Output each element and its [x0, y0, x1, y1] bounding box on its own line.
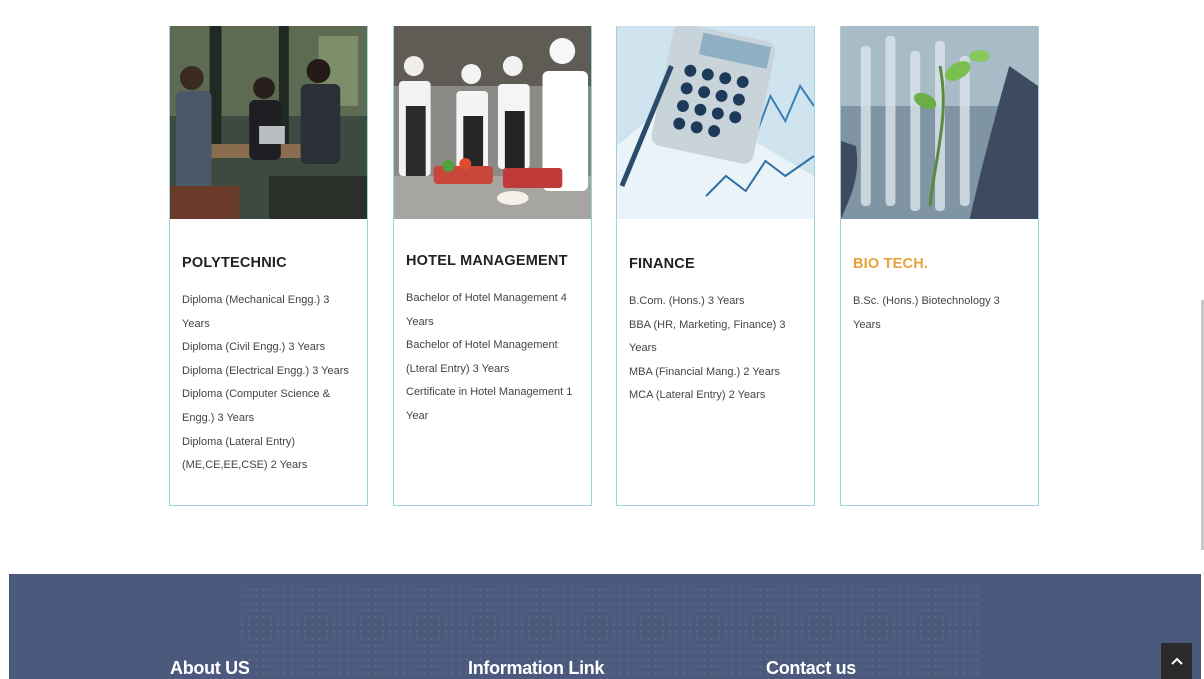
- course-image-hotel-management[interactable]: [394, 26, 591, 219]
- course-title: BIO TECH.: [853, 256, 929, 272]
- course-list: B.Com. (Hons.) 3 Years BBA (HR, Marketin…: [629, 290, 802, 408]
- footer-heading-about: About US: [170, 658, 250, 678]
- course-item[interactable]: BBA (HR, Marketing, Finance) 3 Years: [629, 314, 802, 361]
- course-item[interactable]: Diploma (Computer Science & Engg.) 3 Yea…: [182, 383, 355, 430]
- course-card-hotel-management[interactable]: HOTEL MANAGEMENT Bachelor of Hotel Manag…: [393, 26, 592, 506]
- footer-heading-info: Information Link: [468, 658, 605, 678]
- course-title: HOTEL MANAGEMENT: [406, 253, 568, 269]
- site-footer: About US Information Link Contact us: [9, 574, 1201, 679]
- course-item[interactable]: MBA (Financial Mang.) 2 Years: [629, 361, 802, 385]
- course-image-bio-tech[interactable]: [841, 26, 1038, 219]
- course-item[interactable]: B.Com. (Hons.) 3 Years: [629, 290, 802, 314]
- course-card-polytechnic[interactable]: POLYTECHNIC Diploma (Mechanical Engg.) 3…: [169, 26, 368, 506]
- course-card-bio-tech[interactable]: BIO TECH. B.Sc. (Hons.) Biotechnology 3 …: [840, 26, 1039, 506]
- course-item[interactable]: Diploma (Lateral Entry) (ME,CE,EE,CSE) 2…: [182, 431, 355, 478]
- course-item[interactable]: Diploma (Civil Engg.) 3 Years: [182, 336, 355, 360]
- course-list: Diploma (Mechanical Engg.) 3 Years Diplo…: [182, 289, 355, 478]
- course-title: POLYTECHNIC: [182, 255, 287, 271]
- course-item[interactable]: MCA (Lateral Entry) 2 Years: [629, 384, 802, 408]
- course-image-finance[interactable]: [617, 26, 814, 219]
- course-item[interactable]: B.Sc. (Hons.) Biotechnology 3 Years: [853, 290, 1026, 337]
- course-item[interactable]: Certificate in Hotel Management 1 Year: [406, 381, 579, 428]
- course-item[interactable]: Bachelor of Hotel Management (Lteral Ent…: [406, 334, 579, 381]
- world-map-pattern: [239, 586, 979, 679]
- course-list: Bachelor of Hotel Management 4 Years Bac…: [406, 287, 579, 429]
- course-image-polytechnic[interactable]: [170, 26, 367, 219]
- scroll-to-top-button[interactable]: [1161, 643, 1192, 679]
- chevron-up-icon: [1170, 657, 1183, 665]
- course-title: FINANCE: [629, 256, 695, 272]
- course-cards: POLYTECHNIC Diploma (Mechanical Engg.) 3…: [169, 26, 1041, 508]
- course-item[interactable]: Bachelor of Hotel Management 4 Years: [406, 287, 579, 334]
- footer-heading-contact: Contact us: [766, 658, 857, 678]
- course-list: B.Sc. (Hons.) Biotechnology 3 Years: [853, 290, 1026, 337]
- course-item[interactable]: Diploma (Electrical Engg.) 3 Years: [182, 360, 355, 384]
- course-item[interactable]: Diploma (Mechanical Engg.) 3 Years: [182, 289, 355, 336]
- course-card-finance[interactable]: FINANCE B.Com. (Hons.) 3 Years BBA (HR, …: [616, 26, 815, 506]
